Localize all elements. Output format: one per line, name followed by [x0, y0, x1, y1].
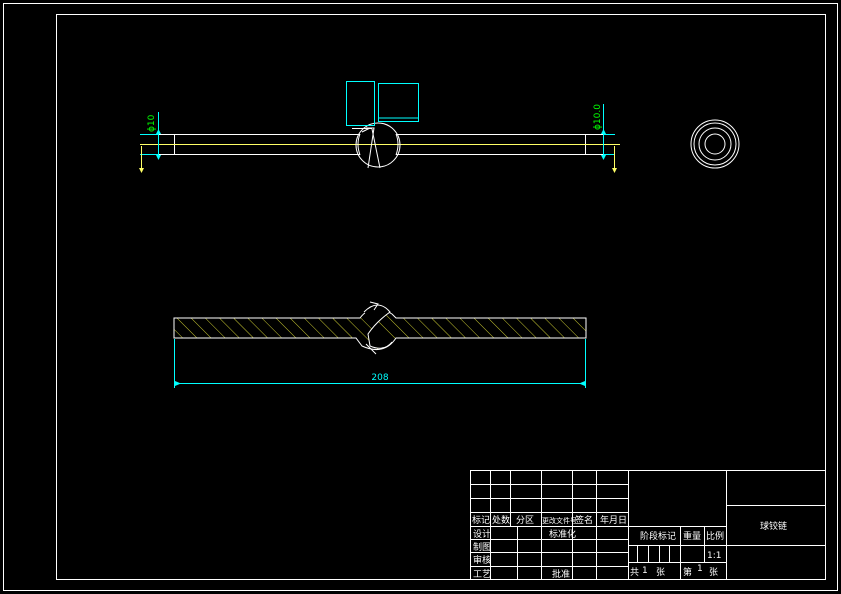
header-signature: 签名	[575, 514, 593, 526]
sheets-total: 1	[642, 566, 648, 576]
header-zone: 分区	[516, 515, 534, 526]
scale-label: 比例	[706, 530, 724, 542]
role-process: 工艺	[473, 569, 491, 580]
diameter-left-label: ϕ10	[147, 114, 157, 132]
drawing-sheet: ϕ10 ϕ10.0 208 球铰链 标记 处数 分区 更改文件号 签名 年月日 …	[3, 3, 838, 591]
sheets-total-pre: 共	[630, 567, 639, 578]
header-mark: 标记	[472, 514, 490, 526]
weight-label: 重量	[683, 530, 701, 542]
role-review: 审核	[473, 554, 491, 566]
role-design: 设计	[473, 528, 491, 540]
front-view	[139, 81, 620, 173]
stage-mark-label: 阶段标记	[640, 530, 676, 542]
side-view	[690, 119, 740, 169]
drawing-title: 球铰链	[760, 520, 787, 532]
diameter-right-label: ϕ10.0	[593, 104, 603, 130]
header-count: 处数	[492, 514, 510, 526]
sheet-no: 1	[697, 564, 703, 574]
inner-frame	[56, 14, 826, 580]
header-date: 年月日	[600, 514, 627, 526]
role-draw: 制图	[473, 541, 491, 553]
overall-length-label: 208	[371, 373, 388, 383]
header-change-doc: 更改文件号	[542, 516, 577, 525]
outer-border	[3, 3, 838, 591]
scale-value: 1:1	[707, 551, 721, 561]
standardize-label: 标准化	[549, 528, 576, 540]
sheet-no-pre: 第	[683, 566, 692, 578]
sheet-no-unit: 张	[709, 567, 718, 578]
sheets-unit: 张	[656, 567, 665, 578]
approve-label: 批准	[552, 568, 570, 580]
